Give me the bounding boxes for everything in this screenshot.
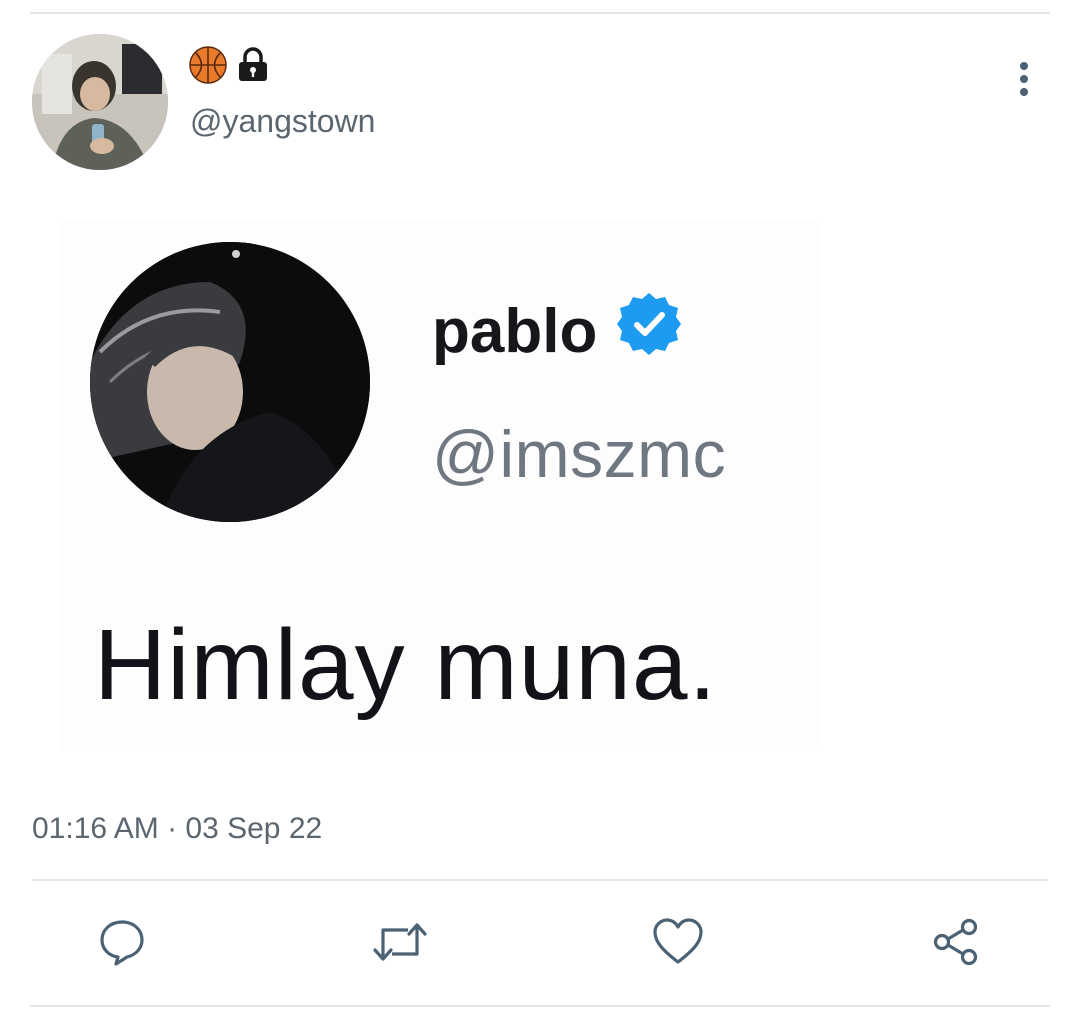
heart-icon (653, 918, 703, 964)
tweet-timestamp[interactable]: 01:16 AM · 03 Sep 22 (32, 812, 322, 846)
actions-divider (32, 879, 1048, 881)
retweet-button[interactable] (370, 912, 430, 972)
author-avatar-photo (32, 34, 168, 170)
share-button[interactable] (926, 912, 986, 972)
embedded-avatar (90, 242, 370, 522)
author-display-name (188, 45, 270, 90)
retweet-icon (373, 923, 427, 961)
more-options-button[interactable] (1004, 58, 1044, 100)
embedded-display-name: pablo (432, 297, 598, 366)
embedded-name: pablo (432, 290, 683, 373)
verified-badge-icon (615, 290, 683, 373)
share-icon (933, 918, 978, 966)
tweet-card: @yangstown pablo @imszmc Himlay muna. 01… (0, 0, 1080, 1020)
author-avatar[interactable] (32, 34, 168, 170)
bottom-divider (30, 1005, 1050, 1007)
vertical-dots-icon (1020, 62, 1028, 96)
lock-icon (236, 46, 270, 88)
tweet-media-image[interactable]: pablo @imszmc Himlay muna. (60, 220, 820, 750)
like-button[interactable] (648, 912, 708, 972)
reply-button[interactable] (92, 912, 152, 972)
embedded-tweet-text: Himlay muna. (94, 609, 718, 721)
speech-bubble-icon (100, 920, 144, 966)
basketball-icon (188, 45, 228, 90)
author-handle[interactable]: @yangstown (190, 103, 375, 140)
embedded-handle: @imszmc (432, 417, 727, 491)
